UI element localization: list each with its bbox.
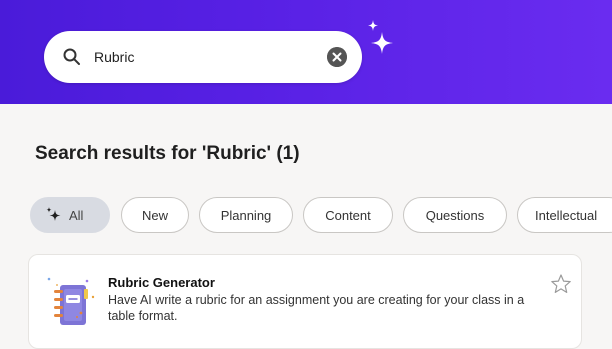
chip-content[interactable]: Content <box>303 197 393 233</box>
search-icon <box>63 48 80 65</box>
chip-label: New <box>141 207 168 223</box>
top-header <box>0 0 612 104</box>
chip-new[interactable]: New <box>121 197 189 233</box>
chip-label: Questions <box>425 207 485 223</box>
clear-search-icon[interactable] <box>327 47 347 67</box>
search-input[interactable] <box>94 45 314 69</box>
chip-label: Intellectual <box>535 207 598 223</box>
tool-card[interactable]: Rubric Generator Have AI write a rubric … <box>28 254 582 349</box>
card-description: Have AI write a rubric for an assignment… <box>108 293 525 323</box>
chip-intellectual[interactable]: Intellectual <box>517 197 612 233</box>
card-title: Rubric Generator <box>108 275 215 290</box>
results-title: Search results for 'Rubric' (1) <box>35 143 300 164</box>
search-bar[interactable] <box>44 31 362 83</box>
sparkle-icon <box>368 20 393 54</box>
chip-label: Planning <box>220 207 272 223</box>
chip-label: All <box>69 207 84 223</box>
chip-label: Content <box>325 207 371 223</box>
sparkle-icon <box>46 207 61 221</box>
chip-all[interactable]: All <box>30 197 110 233</box>
chip-planning[interactable]: Planning <box>199 197 293 233</box>
star-outline-icon[interactable] <box>550 273 572 295</box>
notebook-icon <box>47 277 95 325</box>
filter-chips: All New Planning Content Questions Intel… <box>30 197 612 235</box>
chip-questions[interactable]: Questions <box>403 197 507 233</box>
